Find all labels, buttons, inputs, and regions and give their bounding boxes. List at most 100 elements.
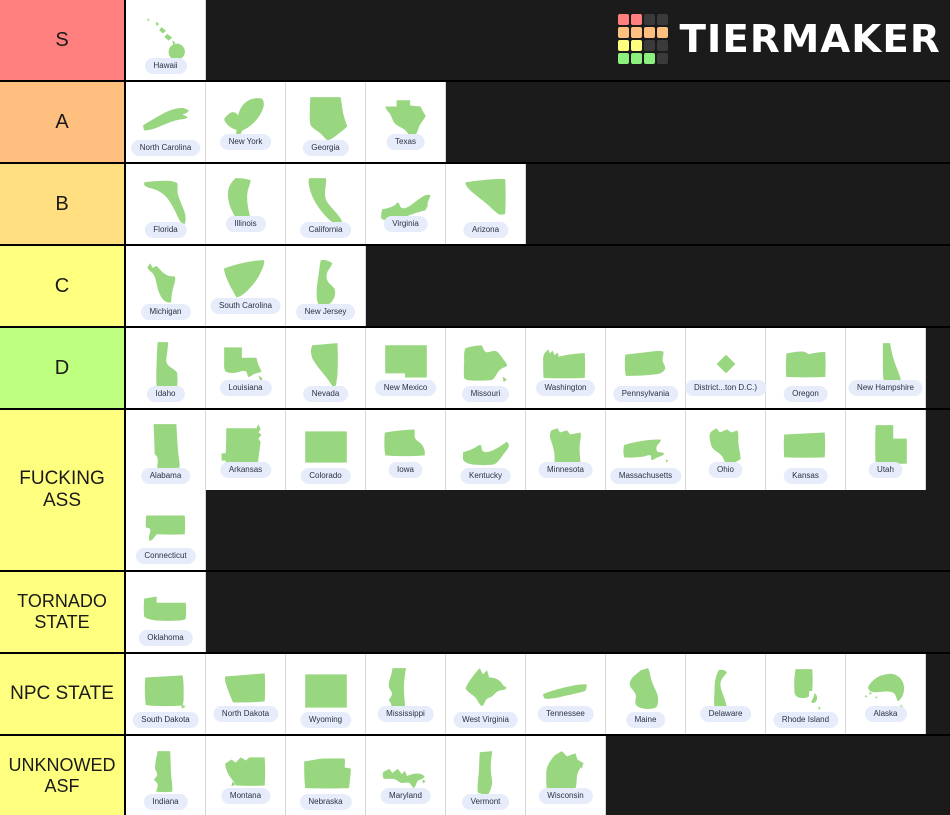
tier-item-tile[interactable]: Mississippi [366, 654, 446, 734]
tier-item-tile[interactable]: South Carolina [206, 246, 286, 326]
tier-item-label: Massachusetts [609, 468, 682, 484]
tier-item-label: Ohio [708, 462, 743, 478]
tier-item-tile[interactable]: Illinois [206, 164, 286, 244]
tier-item-label: Michigan [140, 304, 191, 320]
tier-item-tile[interactable]: Vermont [446, 736, 526, 815]
tier-item-label: Arizona [462, 222, 509, 238]
tier-item-tile[interactable]: Wyoming [286, 654, 366, 734]
tier-label-c[interactable]: C [0, 246, 126, 326]
tier-item-tile[interactable]: Alabama [126, 410, 206, 490]
tier-item-tile[interactable]: Kentucky [446, 410, 526, 490]
tier-item-tile[interactable]: Tennessee [526, 654, 606, 734]
tier-item-tile[interactable]: Michigan [126, 246, 206, 326]
tier-item-tile[interactable]: California [286, 164, 366, 244]
tier-item-tile[interactable]: Arizona [446, 164, 526, 244]
tier-item-label: Mississippi [377, 706, 434, 722]
state-kentucky-icon [457, 421, 515, 473]
tier-item-label: North Carolina [130, 140, 201, 156]
state-massachusetts-icon [617, 421, 675, 473]
tier-label-unknowed-asf[interactable]: UNKNOWED ASF [0, 736, 126, 815]
tier-item-tile[interactable]: New Mexico [366, 328, 446, 408]
tier-item-tile[interactable]: Wisconsin [526, 736, 606, 815]
tier-items-container[interactable]: North Carolina New York Georgia Texas [126, 82, 950, 162]
tier-item-tile[interactable]: Hawaii [126, 0, 206, 80]
logo-wordmark: TIERMAKER [679, 17, 941, 61]
state-kansas-icon [777, 421, 835, 473]
tier-item-tile[interactable]: Kansas [766, 410, 846, 490]
tier-item-label: Minnesota [538, 462, 593, 478]
tier-item-tile[interactable]: Arkansas [206, 410, 286, 490]
tier-item-tile[interactable]: New Hampshire [846, 328, 926, 408]
tier-item-tile[interactable]: Colorado [286, 410, 366, 490]
tier-items-container[interactable]: Alabama Arkansas Colorado Iowa Kentucky Minne… [126, 410, 950, 570]
tier-item-tile[interactable]: District...ton D.C.) [684, 328, 767, 408]
tier-item-tile[interactable]: Oregon [766, 328, 846, 408]
tier-items-container[interactable]: Idaho Louisiana Nevada New Mexico Missouri Wa… [126, 328, 950, 408]
tier-item-tile[interactable]: Indiana [126, 736, 206, 815]
logo-cell-r2-c1 [630, 40, 642, 51]
tier-item-tile[interactable]: Texas [366, 82, 446, 162]
logo-cell-r0-c1 [630, 14, 642, 25]
tier-item-tile[interactable]: Maryland [366, 736, 446, 815]
tier-item-label: Alaska [864, 706, 907, 722]
tier-item-tile[interactable]: Missouri [446, 328, 526, 408]
tier-item-label: Oklahoma [138, 630, 193, 646]
tier-item-tile[interactable]: Delaware [686, 654, 766, 734]
tier-item-tile[interactable]: South Dakota [126, 654, 206, 734]
tier-item-tile[interactable]: Idaho [126, 328, 206, 408]
tier-item-label: Louisiana [219, 380, 272, 396]
tier-item-tile[interactable]: Ohio [686, 410, 766, 490]
tier-label-npc-state[interactable]: NPC STATE [0, 654, 126, 734]
tier-label-tornado-state[interactable]: TORNADO STATE [0, 572, 126, 652]
tier-item-tile[interactable]: Maine [606, 654, 686, 734]
tier-item-tile[interactable]: Connecticut [126, 490, 206, 570]
tier-item-tile[interactable]: Georgia [286, 82, 366, 162]
tier-item-label: Nebraska [299, 794, 352, 810]
tier-item-label: New Jersey [295, 304, 356, 320]
tier-label-d[interactable]: D [0, 328, 126, 408]
state-rhode-island-icon [777, 665, 835, 717]
tier-item-tile[interactable]: North Carolina [126, 82, 206, 162]
tier-item-tile[interactable]: Utah [846, 410, 926, 490]
tier-item-tile[interactable]: Massachusetts [606, 410, 686, 490]
tier-label-a[interactable]: A [0, 82, 126, 162]
tier-item-tile[interactable]: North Dakota [206, 654, 286, 734]
tier-item-tile[interactable]: Rhode Island [766, 654, 846, 734]
tier-label-b[interactable]: B [0, 164, 126, 244]
tier-items-container[interactable]: Florida Illinois California Virginia Arizona [126, 164, 950, 244]
tier-items-container[interactable]: Michigan South Carolina New Jersey [126, 246, 950, 326]
state-nebraska-icon [297, 747, 355, 799]
tier-row: D Idaho Louisiana Nevada New Mexico Missouri W… [0, 328, 950, 410]
tier-item-tile[interactable]: Florida [126, 164, 206, 244]
state-missouri-icon [457, 339, 515, 391]
tier-label-fucking-ass[interactable]: FUCKING ASS [0, 410, 126, 570]
tier-item-tile[interactable]: Pennsylvania [606, 328, 686, 408]
tier-items-container[interactable]: Indiana Montana Nebraska Maryland Vermont Wis… [126, 736, 950, 815]
tier-items-container[interactable]: Oklahoma [126, 572, 950, 652]
tier-row: UNKNOWED ASF Indiana Montana Nebraska Maryla… [0, 736, 950, 815]
tier-item-tile[interactable]: Iowa [366, 410, 446, 490]
tier-item-label: Wyoming [299, 712, 352, 728]
tier-item-tile[interactable]: Minnesota [526, 410, 606, 490]
tier-item-tile[interactable]: Louisiana [206, 328, 286, 408]
state-california-icon [297, 175, 355, 227]
tier-item-tile[interactable]: Virginia [366, 164, 446, 244]
tier-item-tile[interactable]: Washington [526, 328, 606, 408]
tier-label-s[interactable]: S [0, 0, 126, 80]
logo-cell-r2-c3 [656, 40, 668, 51]
tier-items-container[interactable]: South Dakota North Dakota Wyoming Mississip… [126, 654, 950, 734]
tier-item-tile[interactable]: Montana [206, 736, 286, 815]
tier-item-label: Kentucky [460, 468, 511, 484]
state-georgia-icon [297, 93, 355, 145]
tier-item-tile[interactable]: New Jersey [286, 246, 366, 326]
tier-item-tile[interactable]: Nebraska [286, 736, 366, 815]
tier-item-tile[interactable]: Oklahoma [126, 572, 206, 652]
tier-item-tile[interactable]: West Virginia [446, 654, 526, 734]
tier-item-label: Utah [868, 462, 903, 478]
tier-item-label: District...ton D.C.) [684, 380, 767, 396]
logo-cell-r0-c0 [617, 14, 629, 25]
logo-cell-r0-c2 [643, 14, 655, 25]
tier-item-tile[interactable]: New York [206, 82, 286, 162]
tier-item-tile[interactable]: Nevada [286, 328, 366, 408]
tier-item-tile[interactable]: Alaska [846, 654, 926, 734]
